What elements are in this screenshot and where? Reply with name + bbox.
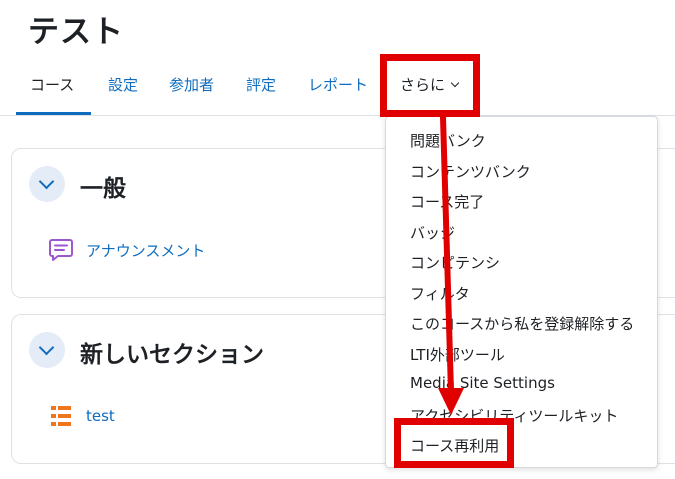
section-title: 新しいセクション	[80, 342, 264, 368]
menu-item-mediasite-settings[interactable]: Media Site Settings	[410, 374, 555, 392]
activity-label: test	[86, 407, 115, 425]
section-collapse-button[interactable]	[29, 166, 65, 202]
page-title: テスト	[28, 14, 124, 50]
menu-item-badges[interactable]: バッジ	[410, 222, 455, 243]
menu-item-unenrol[interactable]: このコースから私を登録解除する	[410, 313, 634, 334]
tab-settings[interactable]: 設定	[108, 74, 138, 95]
menu-item-content-bank[interactable]: コンテンツバンク	[410, 161, 531, 182]
section-collapse-button[interactable]	[29, 332, 65, 368]
more-dropdown-menu: 問題バンク コンテンツバンク コース完了 バッジ コンピテンシ フィルタ このコ…	[385, 116, 658, 468]
menu-item-filters[interactable]: フィルタ	[410, 283, 470, 304]
activity-label: アナウンスメント	[86, 241, 206, 260]
tab-participants[interactable]: 参加者	[169, 74, 214, 95]
course-nav: コース 設定 参加者 評定 レポート さらに	[0, 62, 675, 116]
tab-reports[interactable]: レポート	[308, 74, 368, 95]
highlight-box-course-reuse	[394, 418, 514, 468]
menu-item-course-completion[interactable]: コース完了	[410, 191, 484, 212]
activity-test[interactable]: test	[48, 403, 115, 429]
menu-item-question-bank[interactable]: 問題バンク	[410, 130, 486, 151]
activity-announcements[interactable]: アナウンスメント	[48, 237, 205, 263]
forum-icon	[49, 239, 73, 261]
tab-grades[interactable]: 評定	[246, 74, 276, 95]
active-tab-indicator	[16, 112, 91, 115]
list-icon	[51, 406, 71, 426]
chevron-down-icon	[38, 339, 55, 356]
chevron-down-icon	[38, 173, 55, 190]
tab-course[interactable]: コース	[30, 74, 74, 95]
highlight-box-more	[380, 54, 480, 117]
menu-item-competencies[interactable]: コンピテンシ	[410, 252, 500, 273]
section-title: 一般	[80, 176, 126, 202]
menu-item-lti-tools[interactable]: LTI外部ツール	[410, 344, 505, 365]
